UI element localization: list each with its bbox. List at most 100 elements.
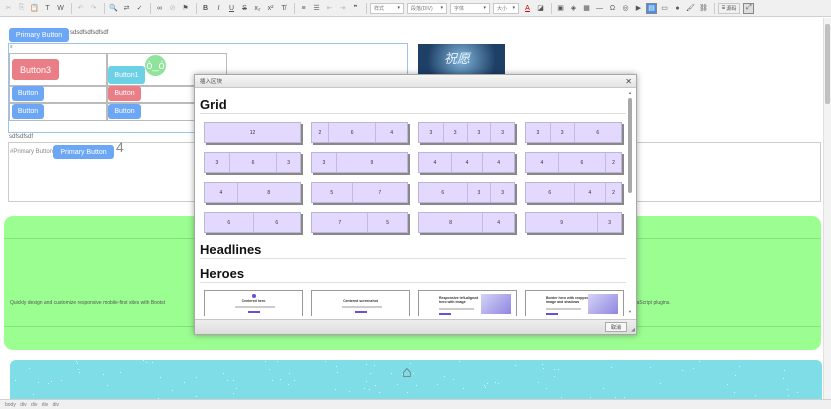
grid-block[interactable]: 48 xyxy=(204,182,301,203)
blocks-icon[interactable]: ▤ xyxy=(646,2,657,14)
grid-block[interactable]: 444 xyxy=(418,152,515,173)
font-select[interactable]: 字体 ▾ xyxy=(450,2,490,14)
grid-column: 3 xyxy=(490,123,514,142)
grid-block[interactable]: 6 42 xyxy=(525,182,622,203)
button-c[interactable]: Button xyxy=(12,104,44,119)
source-button[interactable]: ⌸ 源码 xyxy=(718,2,741,14)
copy-icon[interactable]: ⎘ xyxy=(16,3,27,14)
grid-block[interactable]: 66 xyxy=(204,212,301,233)
grid-block[interactable]: 6 33 xyxy=(418,182,515,203)
background-color-icon[interactable]: ◪ xyxy=(535,3,546,14)
underline-icon[interactable]: U xyxy=(226,3,237,14)
star-dot xyxy=(397,384,398,385)
cut-icon[interactable]: ✂ xyxy=(3,3,14,14)
star-dot xyxy=(437,384,438,385)
unlink-icon[interactable]: ⊘ xyxy=(167,3,178,14)
star-dot xyxy=(172,390,173,391)
bold-icon[interactable]: B xyxy=(200,3,211,14)
dialog-header[interactable]: 插入区块 ✕ xyxy=(195,75,636,88)
button1[interactable]: Button1 xyxy=(108,66,145,84)
sky-banner[interactable]: ⌂ xyxy=(10,360,822,399)
numbered-list-icon[interactable]: ≡ xyxy=(298,3,309,14)
maximize-icon[interactable]: ⤢ xyxy=(743,2,755,14)
button-d[interactable]: Button xyxy=(108,104,141,119)
grid-column: 5 xyxy=(367,213,407,232)
subscript-icon[interactable]: x₂ xyxy=(252,3,263,14)
star-dot xyxy=(498,383,499,384)
template-icon[interactable]: ▭ xyxy=(659,3,670,14)
primary-button-2[interactable]: Primary Button xyxy=(53,145,114,159)
element-path-bar[interactable]: body div div div div xyxy=(0,399,831,409)
hero-text-line xyxy=(439,308,474,310)
cancel-button[interactable]: 取消 xyxy=(605,322,627,332)
style-select[interactable]: 样式 ▾ xyxy=(370,2,404,14)
dialog-scrollbar[interactable]: ▲ ▼ xyxy=(627,90,633,316)
widget-icon[interactable]: ● xyxy=(672,3,683,14)
special-char-icon[interactable]: Ω xyxy=(607,3,618,14)
button-a[interactable]: Button xyxy=(12,86,44,101)
grid-block[interactable]: 39 xyxy=(311,152,408,173)
indent-icon[interactable]: ⇥ xyxy=(337,3,348,14)
dialog-scrollbar-thumb[interactable] xyxy=(628,98,632,193)
grid-block[interactable]: 3333 xyxy=(418,122,515,143)
star-dot xyxy=(51,381,52,382)
grid-block[interactable]: 93 xyxy=(525,212,622,233)
text-color-icon[interactable]: A xyxy=(522,3,533,14)
italic-icon[interactable]: I xyxy=(213,3,224,14)
hero-thumbnail[interactable]: Centered hero xyxy=(204,290,303,316)
hero-thumbnail[interactable]: Border hero with cropped image and shado… xyxy=(525,290,624,316)
remove-format-icon[interactable]: T̸ xyxy=(278,3,289,14)
paste-word-icon[interactable]: W xyxy=(55,3,66,14)
star-dot xyxy=(325,361,326,362)
hero-thumbnail[interactable]: Centered screenshot xyxy=(311,290,410,316)
dialog-body[interactable]: Grid Headlines Heroes 12 2 6 4 3 3 3 3 3 3 6 3 6 3 3 9 4… xyxy=(198,90,628,316)
button3[interactable]: Button3 xyxy=(12,59,59,80)
strikethrough-icon[interactable]: S xyxy=(239,3,250,14)
find-icon[interactable]: 🔍 xyxy=(108,3,119,14)
brush-icon[interactable]: 🖌 xyxy=(685,3,696,14)
chevron-down-icon: ▾ xyxy=(397,5,400,11)
grid-block[interactable]: 84 xyxy=(418,212,515,233)
chain-icon[interactable]: ⛓ xyxy=(698,3,709,14)
undo-icon[interactable]: ↶ xyxy=(75,3,86,14)
paste-icon[interactable]: 📋 xyxy=(29,3,40,14)
iframe-icon[interactable]: ◎ xyxy=(620,3,631,14)
scroll-down-icon[interactable]: ▼ xyxy=(628,309,632,314)
blockquote-icon[interactable]: ❞ xyxy=(350,3,361,14)
grid-block[interactable]: 264 xyxy=(311,122,408,143)
video-icon[interactable]: ▶ xyxy=(633,3,644,14)
grid-block[interactable]: 336 xyxy=(525,122,622,143)
resize-handle-icon[interactable]: ◢ xyxy=(631,327,635,333)
image-icon[interactable]: ▣ xyxy=(555,3,566,14)
grid-block[interactable]: 12 xyxy=(204,122,301,143)
grid-block[interactable]: 75 xyxy=(311,212,408,233)
primary-button-top[interactable]: Primary Button xyxy=(9,28,69,42)
close-icon[interactable]: ✕ xyxy=(625,76,632,87)
scrollbar-thumb[interactable] xyxy=(825,24,830,104)
bulleted-list-icon[interactable]: ☰ xyxy=(311,3,322,14)
spellcheck-icon[interactable]: ✓ xyxy=(134,3,145,14)
scroll-up-icon[interactable]: ▲ xyxy=(628,90,632,95)
horizontal-line-icon[interactable]: ― xyxy=(594,3,605,14)
paragraph-select[interactable]: 段落(DIV) ▾ xyxy=(407,2,447,14)
grid-block[interactable]: 57 xyxy=(311,182,408,203)
grid-block[interactable]: 4 62 xyxy=(525,152,622,173)
size-select[interactable]: 大小 ▾ xyxy=(493,2,519,14)
hero-thumbnail[interactable]: Responsive left-aligned hero with image xyxy=(418,290,517,316)
redo-icon[interactable]: ↷ xyxy=(88,3,99,14)
button-b[interactable]: Button xyxy=(108,86,141,101)
outdent-icon[interactable]: ⇤ xyxy=(324,3,335,14)
hero-button-preview xyxy=(355,311,367,313)
editor-scrollbar[interactable] xyxy=(823,18,831,399)
paste-text-icon[interactable]: T xyxy=(42,3,53,14)
anchor-icon[interactable]: ⚑ xyxy=(180,3,191,14)
grid-column: 6 xyxy=(228,153,277,172)
link-icon[interactable]: ∞ xyxy=(154,3,165,14)
replace-icon[interactable]: ⇄ xyxy=(121,3,132,14)
superscript-icon[interactable]: x² xyxy=(265,3,276,14)
flash-icon[interactable]: ◈ xyxy=(568,3,579,14)
home-icon[interactable]: ⌂ xyxy=(402,364,412,382)
star-dot xyxy=(196,377,197,378)
table-icon[interactable]: ▦ xyxy=(581,3,592,14)
grid-block[interactable]: 363 xyxy=(204,152,301,173)
